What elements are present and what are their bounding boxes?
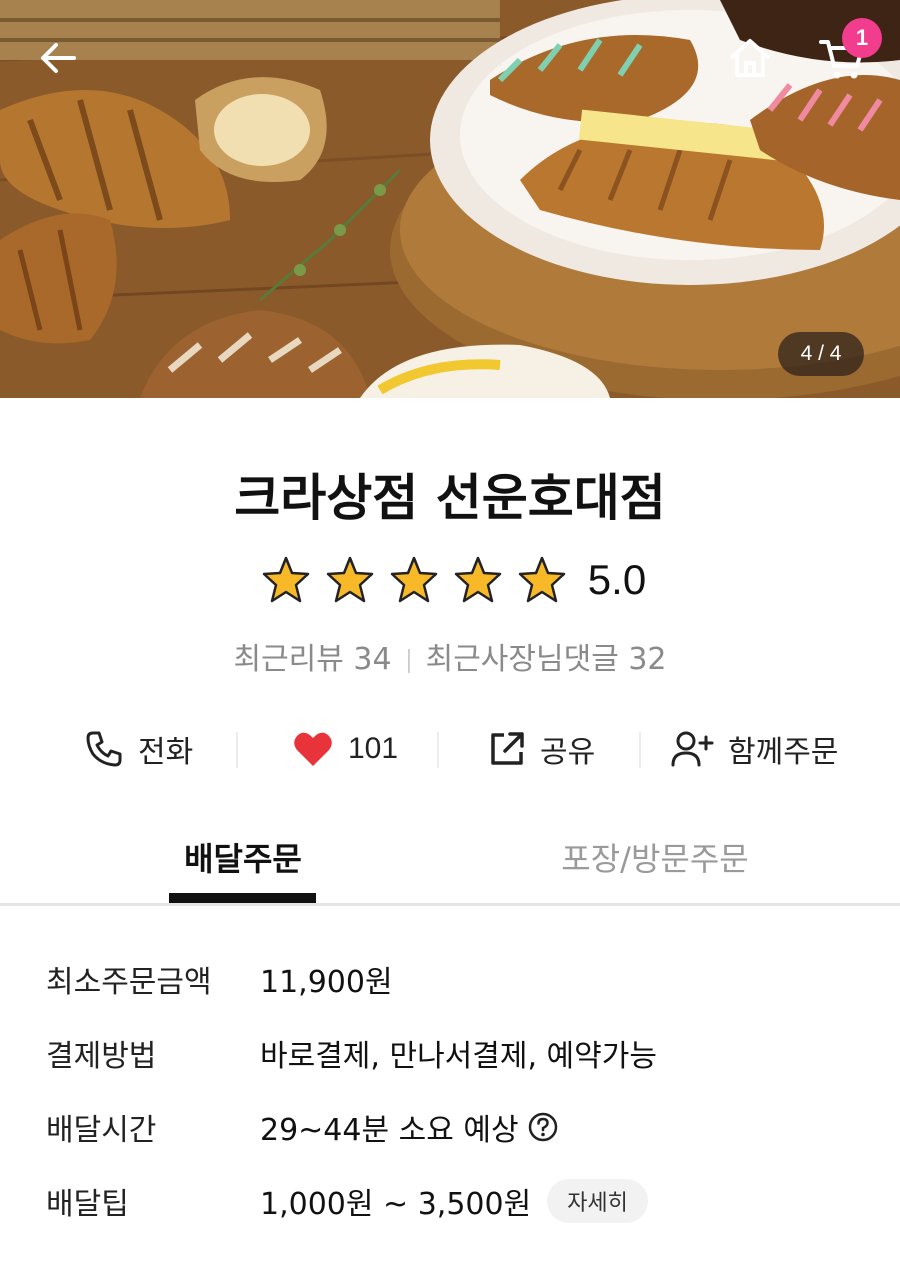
payment-value: 바로결제, 만나서결제, 예약가능 (260, 1039, 657, 1074)
delivery-time-value: 29~44분 소요 예상 (260, 1113, 519, 1148)
cart-count-badge: 1 (842, 18, 882, 58)
back-arrow-icon (41, 43, 76, 73)
call-button[interactable]: 전화 (84, 718, 193, 780)
store-photo-carousel[interactable]: 1 4 / 4 (0, 0, 900, 398)
heart-icon (294, 732, 332, 766)
delivery-time-row: 배달시간 29~44분 소요 예상 (46, 1102, 559, 1152)
rating-value: 5.0 (587, 556, 647, 603)
tab-pickup-order[interactable]: 포장/방문주문 (530, 834, 780, 880)
help-icon[interactable] (527, 1111, 559, 1143)
call-label: 전화 (138, 735, 194, 770)
rating-row: 5.0 (0, 550, 900, 610)
action-divider (639, 732, 641, 768)
delivery-tip-row: 배달팁 1,000원 ~ 3,500원 자세히 (46, 1176, 648, 1226)
home-icon (730, 39, 770, 77)
min-order-row: 최소주문금액 11,900원 (46, 954, 393, 1004)
star-icon (518, 556, 566, 603)
delivery-time-value-wrap: 29~44분 소요 예상 (260, 1105, 559, 1149)
active-tab-indicator (169, 893, 316, 903)
tab-delivery-order[interactable]: 배달주문 (170, 834, 316, 880)
recent-reviews-link[interactable]: 최근리뷰 34 (233, 642, 391, 677)
group-order-label: 함께주문 (728, 735, 839, 770)
star-icon (454, 556, 502, 603)
payment-row: 결제방법 바로결제, 만나서결제, 예약가능 (46, 1028, 657, 1078)
action-divider (437, 732, 439, 768)
add-user-icon (671, 731, 714, 767)
star-icon (262, 556, 310, 603)
delivery-tip-label: 배달팁 (46, 1187, 129, 1222)
phone-icon (86, 731, 122, 767)
tab-divider (0, 903, 900, 906)
like-count: 101 (348, 732, 399, 765)
min-order-value: 11,900원 (260, 965, 393, 1000)
group-order-button[interactable]: 함께주문 (670, 718, 838, 780)
back-button[interactable] (28, 28, 88, 88)
payment-label: 결제방법 (46, 1039, 157, 1074)
share-icon (491, 732, 524, 765)
action-divider (236, 732, 238, 768)
divider (407, 648, 410, 673)
share-label: 공유 (540, 735, 596, 770)
min-order-label: 최소주문금액 (46, 965, 212, 1000)
like-button[interactable]: 101 (292, 718, 398, 780)
star-icon (390, 556, 438, 603)
photo-page-indicator: 4 / 4 (778, 332, 864, 376)
share-button[interactable]: 공유 (488, 718, 595, 780)
store-name: 크라상점 선운호대점 (234, 469, 666, 527)
delivery-tip-value-wrap: 1,000원 ~ 3,500원 자세히 (260, 1179, 648, 1223)
store-actions: 전화 101 공유 함께주문 (0, 718, 900, 780)
delivery-time-label: 배달시간 (46, 1113, 157, 1148)
star-icon (326, 556, 374, 603)
owner-replies-link[interactable]: 최근사장님댓글 32 (426, 642, 667, 677)
home-button[interactable] (720, 28, 780, 88)
delivery-tip-detail-button[interactable]: 자세히 (547, 1179, 648, 1223)
delivery-tip-value: 1,000원 ~ 3,500원 (260, 1187, 532, 1222)
review-stats: 최근리뷰 34 최근사장님댓글 32 (0, 634, 900, 678)
